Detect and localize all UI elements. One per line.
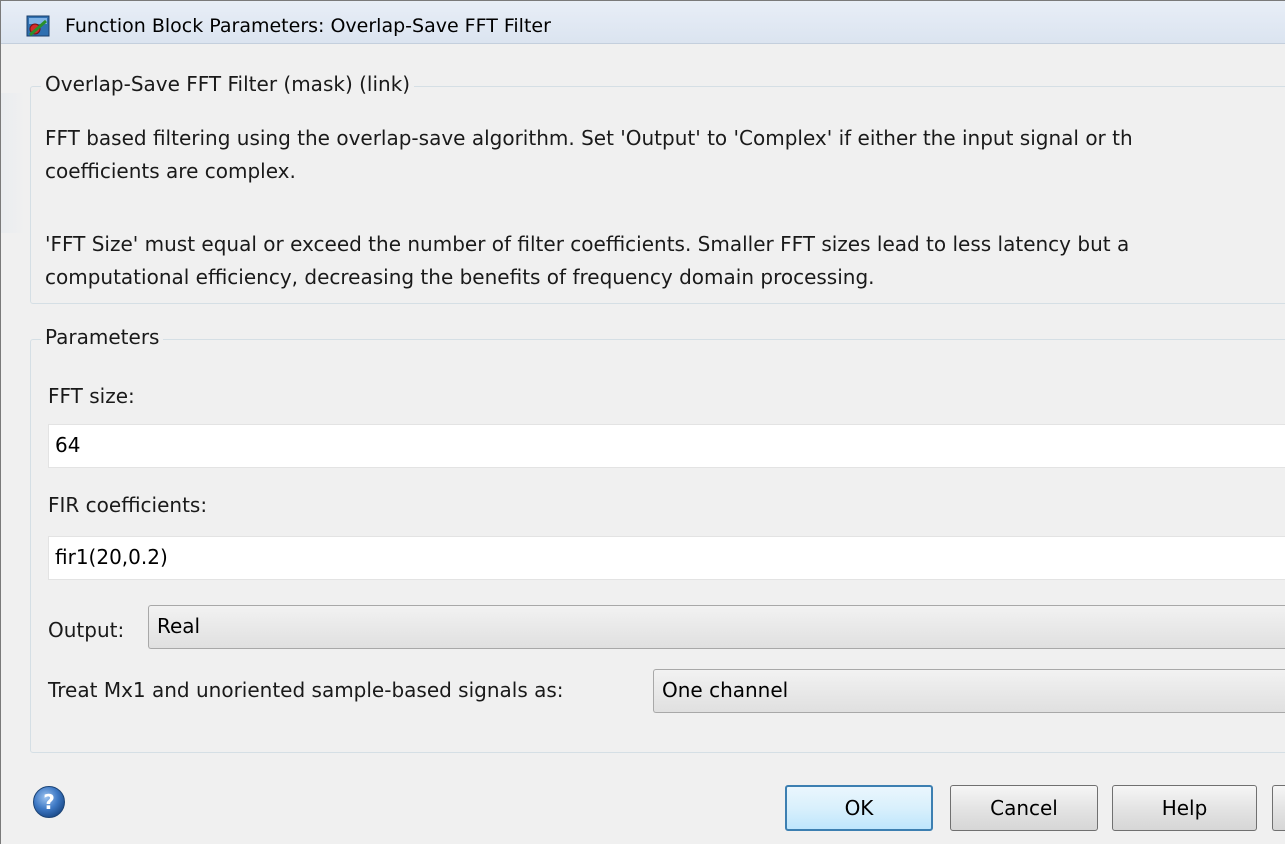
description-line-1: FFT based filtering using the overlap-sa… (45, 126, 1133, 150)
title-bar[interactable]: Function Block Parameters: Overlap-Save … (1, 1, 1285, 44)
description-line-4: computational efficiency, decreasing the… (45, 265, 875, 289)
parameters-group-label: Parameters (41, 325, 164, 349)
help-question-icon[interactable]: ? (32, 785, 66, 819)
output-select[interactable]: Real (148, 605, 1285, 649)
ok-button[interactable]: OK (785, 785, 933, 831)
dialog-window: Function Block Parameters: Overlap-Save … (0, 0, 1285, 844)
cancel-button[interactable]: Cancel (950, 785, 1098, 831)
window-title: Function Block Parameters: Overlap-Save … (65, 15, 551, 37)
fft-size-label: FFT size: (48, 384, 135, 408)
description-group-label: Overlap-Save FFT Filter (mask) (link) (41, 72, 415, 96)
fir-coefficients-label: FIR coefficients: (48, 493, 208, 517)
fir-coefficients-input[interactable]: fir1(20,0.2) (48, 536, 1285, 580)
fft-size-input[interactable]: 64 (48, 424, 1285, 468)
description-line-3: 'FFT Size' must equal or exceed the numb… (45, 232, 1130, 256)
left-edge-shade (1, 93, 25, 233)
help-button[interactable]: Help (1112, 785, 1257, 831)
description-line-2: coefficients are complex. (45, 159, 296, 183)
simulink-block-icon (26, 15, 50, 37)
treat-mx1-select[interactable]: One channel (653, 669, 1285, 713)
output-label: Output: (48, 618, 125, 642)
apply-button-partial[interactable] (1272, 785, 1285, 831)
svg-text:?: ? (43, 790, 55, 814)
treat-mx1-label: Treat Mx1 and unoriented sample-based si… (48, 678, 564, 702)
